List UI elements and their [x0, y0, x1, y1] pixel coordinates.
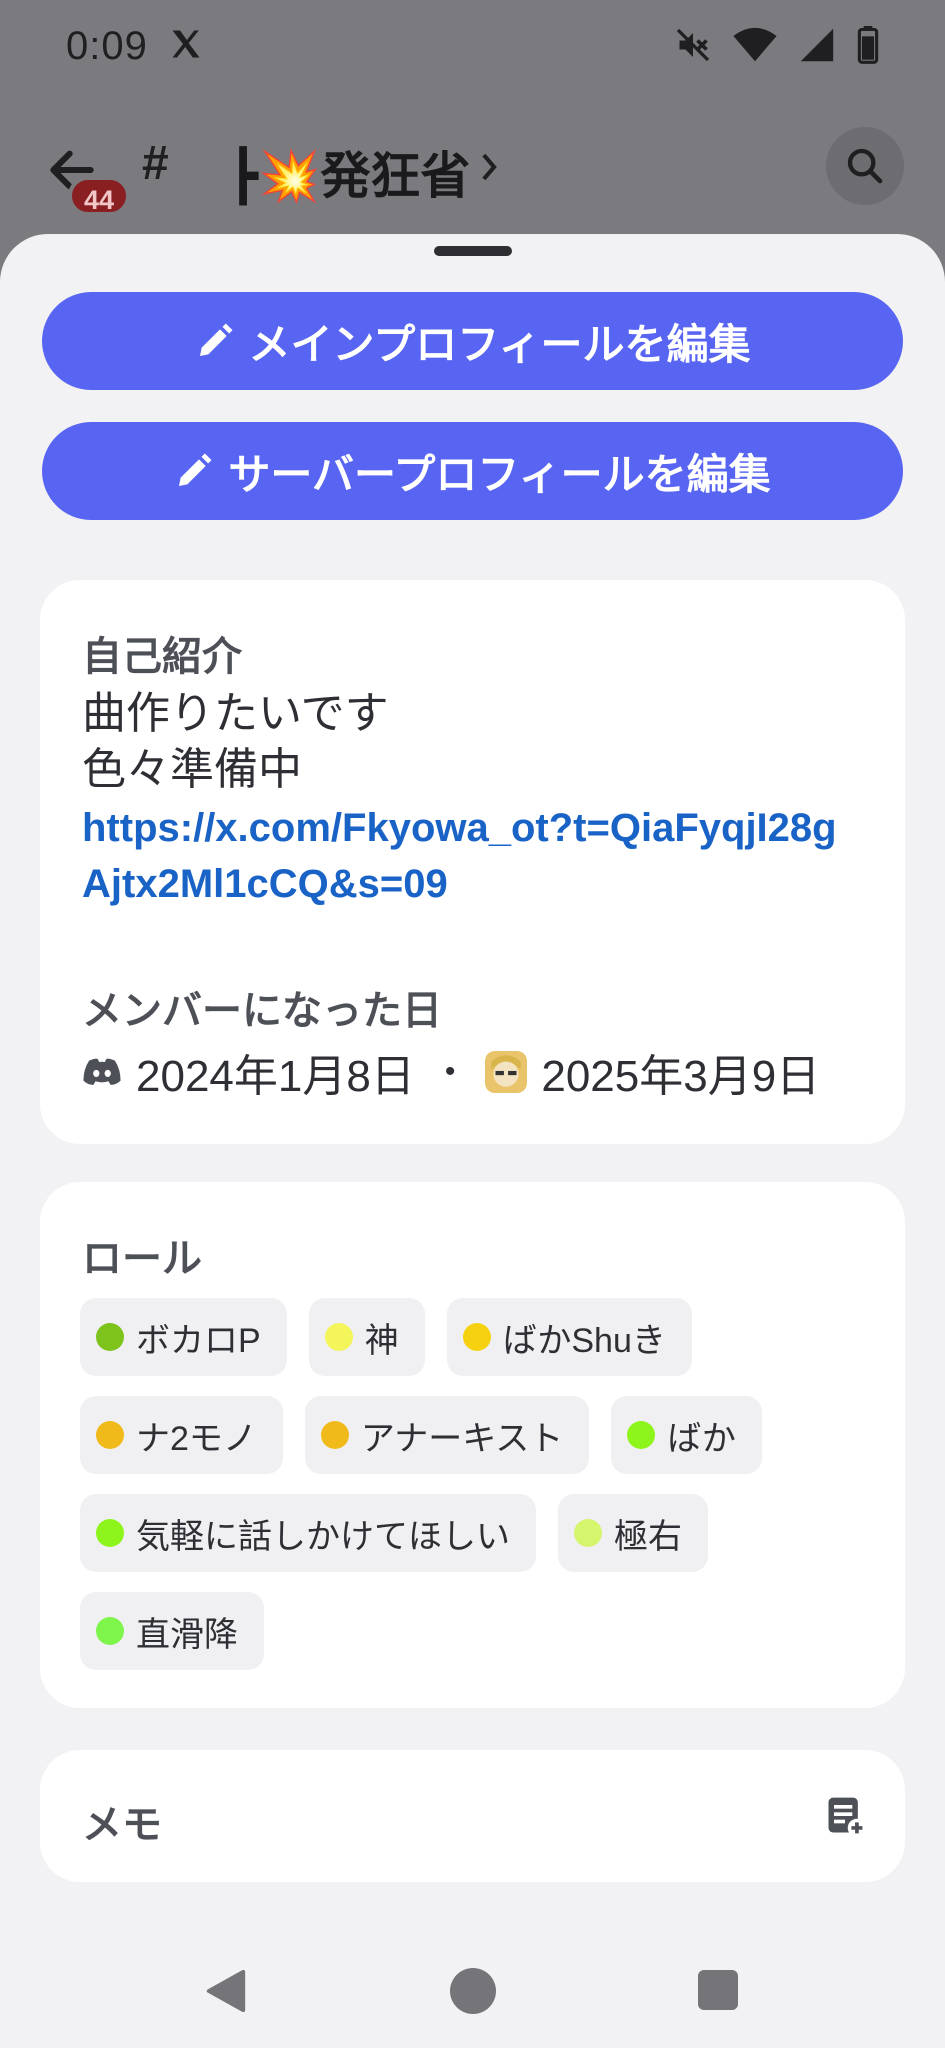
wifi-icon: [733, 27, 777, 62]
status-bar: 0:09: [0, 0, 945, 100]
role-name: 気軽に話しかけてほしい: [136, 1517, 510, 1556]
memo-title: メモ: [82, 1803, 162, 1847]
pencil-icon: [179, 453, 212, 486]
roles-title: ロール: [82, 1237, 202, 1281]
mute-icon: [676, 28, 710, 62]
channel-hash-icon: #: [142, 137, 169, 190]
role-color-dot: [96, 1519, 124, 1547]
edit-main-profile-label: メインプロフィールを編集: [248, 320, 751, 368]
role-chip[interactable]: 神: [308, 1298, 425, 1376]
about-me-link[interactable]: https://x.com/Fkyowa_ot?t=QiaFyqjI28gAjt…: [82, 800, 842, 912]
roles-card: ロール ボカロP 神 ばかShuきナ2モノ アナーキスト ばか気軽に話しかけてほしい 極右…: [40, 1182, 905, 1708]
pencil-icon: [199, 323, 233, 356]
role-chip[interactable]: アナーキスト: [304, 1396, 590, 1474]
role-name: ばか: [667, 1419, 736, 1458]
role-chip[interactable]: ばかShuき: [446, 1298, 692, 1376]
role-color-dot: [96, 1323, 124, 1351]
date-separator: •: [444, 1055, 456, 1088]
edit-main-profile-button[interactable]: メインプロフィールを編集: [42, 292, 903, 390]
role-name: ばかShuき: [502, 1321, 666, 1360]
role-color-dot: [462, 1323, 491, 1351]
role-name: ボカロP: [136, 1321, 261, 1360]
search-icon: [847, 148, 883, 184]
about-me-card: 自己紹介 曲作りたいです 色々準備中 https://x.com/Fkyowa_…: [40, 580, 905, 1144]
profile-sheet: メインプロフィールを編集 サーバープロフィールを編集 自己紹介 曲作りたいです …: [0, 234, 945, 2048]
roles-list: ボカロP 神 ばかShuきナ2モノ アナーキスト ばか気軽に話しかけてほしい 極右直滑降: [80, 1298, 870, 1670]
role-color-dot: [96, 1617, 124, 1645]
about-me-text: 曲作りたいです 色々準備中: [82, 689, 389, 794]
add-note-icon[interactable]: [823, 1794, 867, 1838]
battery-icon: [857, 26, 879, 64]
role-color-dot: [574, 1519, 602, 1547]
role-name: 極右: [614, 1517, 682, 1556]
role-name: 神: [364, 1321, 399, 1360]
role-chip[interactable]: 気軽に話しかけてほしい: [80, 1494, 536, 1572]
x-logo-icon: [172, 30, 200, 58]
system-nav-bar: [0, 1928, 945, 2048]
role-chip[interactable]: 直滑降: [80, 1592, 264, 1670]
nav-recents-icon[interactable]: [698, 1970, 738, 2010]
role-name: アナーキスト: [360, 1419, 564, 1458]
edit-server-profile-label: サーバープロフィールを編集: [228, 450, 771, 498]
edit-server-profile-button[interactable]: サーバープロフィールを編集: [42, 422, 903, 520]
role-chip[interactable]: ボカロP: [80, 1298, 287, 1376]
search-button[interactable]: [826, 127, 904, 205]
role-name: ナ2モノ: [136, 1419, 257, 1458]
role-chip[interactable]: ナ2モノ: [80, 1396, 283, 1474]
channel-name[interactable]: ┣💥発狂省: [228, 136, 470, 208]
discord-logo-icon: [83, 1058, 121, 1085]
member-since-title: メンバーになった日: [82, 989, 442, 1033]
role-color-dot: [627, 1421, 656, 1449]
nav-home-icon[interactable]: [450, 1968, 496, 2014]
memo-card[interactable]: メモ: [40, 1750, 905, 1882]
member-since-row: 2024年1月8日 • 2025年3月9日: [82, 1040, 820, 1104]
role-chip[interactable]: ばか: [611, 1396, 762, 1474]
role-chip[interactable]: 極右: [558, 1494, 708, 1572]
nav-back-icon[interactable]: [204, 1968, 248, 2014]
chevron-right-icon[interactable]: [478, 150, 500, 184]
server-avatar-icon: [485, 1051, 528, 1093]
status-time: 0:09: [66, 24, 148, 68]
about-me-title: 自己紹介: [82, 635, 242, 679]
discord-join-date: 2024年1月8日: [136, 1052, 415, 1101]
unread-badge: 44: [68, 176, 130, 216]
server-join-date: 2025年3月9日: [541, 1052, 821, 1101]
role-color-dot: [320, 1421, 349, 1449]
role-name: 直滑降: [136, 1615, 238, 1654]
signal-icon: [800, 28, 834, 62]
role-color-dot: [96, 1421, 124, 1449]
sheet-drag-handle[interactable]: [434, 246, 512, 256]
role-color-dot: [324, 1323, 353, 1351]
